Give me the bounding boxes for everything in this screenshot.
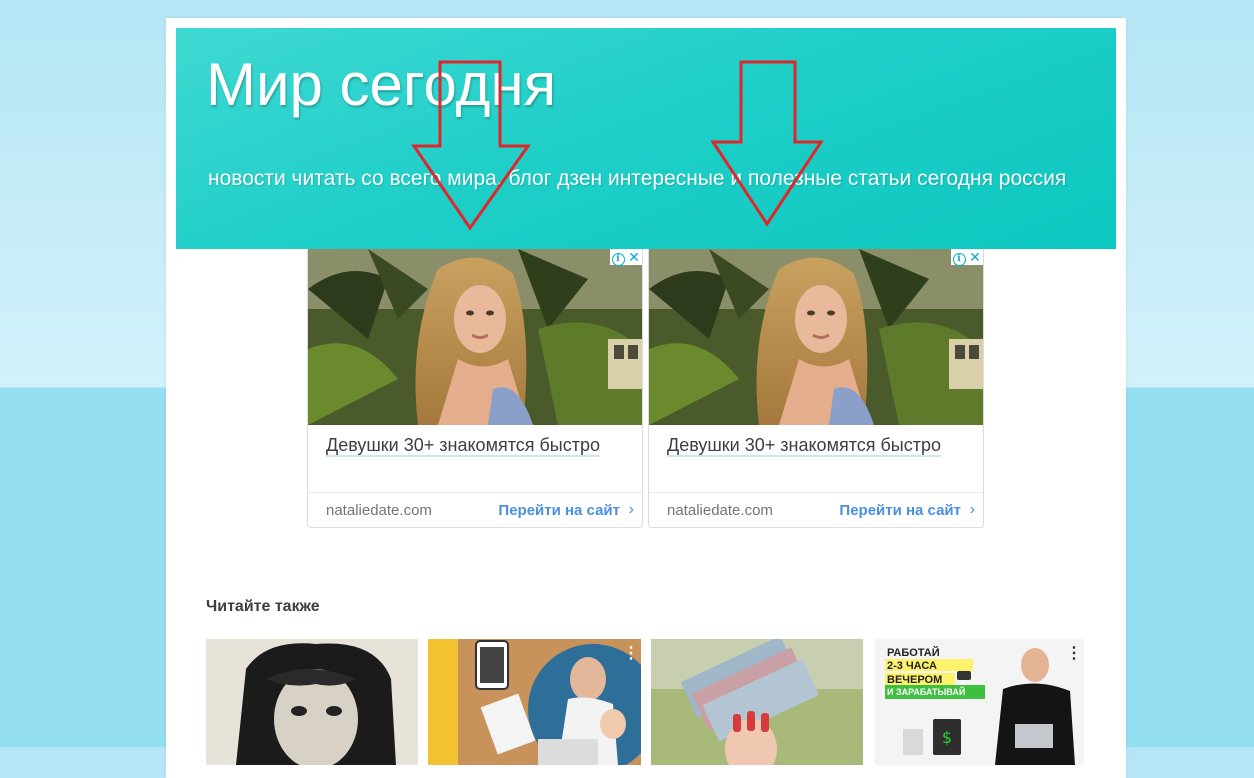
- related-thumbnail[interactable]: [206, 639, 418, 765]
- thumb-text-4: И ЗАРАБАТЫВАЙ: [887, 687, 966, 697]
- ad-title[interactable]: Девушки 30+ знакомятся быстро: [326, 433, 626, 457]
- annotation-arrow-icon: [710, 60, 824, 227]
- site-header: Мир сегодня новости читать со всего мира…: [176, 28, 1116, 249]
- ad-cta-link[interactable]: Перейти на сайт: [498, 502, 620, 519]
- ad-cta-link[interactable]: Перейти на сайт: [839, 502, 961, 519]
- ad-domain[interactable]: nataliedate.com: [667, 502, 773, 519]
- ad-close-icon[interactable]: ✕: [967, 249, 983, 265]
- thumb-text-3: ВЕЧЕРОМ: [887, 674, 943, 686]
- related-thumbnail[interactable]: [651, 639, 863, 765]
- ad-footer: nataliedate.com Перейти на сайт ›: [649, 492, 983, 527]
- ad-footer: nataliedate.com Перейти на сайт ›: [308, 492, 642, 527]
- ad-image[interactable]: i ✕: [308, 249, 642, 425]
- chevron-right-icon[interactable]: ›: [629, 501, 634, 519]
- annotation-arrow-icon: [411, 60, 531, 231]
- svg-text:$: $: [942, 728, 952, 747]
- page-container: Мир сегодня новости читать со всего мира…: [166, 18, 1126, 778]
- ad-card[interactable]: i ✕ Девушки 30+ знакомятся быстро natali…: [307, 249, 643, 528]
- related-thumbnail[interactable]: $ РАБОТАЙ 2-3 ЧАСА ВЕЧЕРОМ И ЗАРАБАТЫВАЙ…: [875, 639, 1084, 765]
- site-description: новости читать со всего мира, блог дзен …: [208, 167, 1067, 190]
- chevron-right-icon[interactable]: ›: [970, 501, 975, 519]
- ad-domain[interactable]: nataliedate.com: [326, 502, 432, 519]
- thumb-text-1: РАБОТАЙ: [887, 647, 940, 659]
- ad-info-icon[interactable]: i: [951, 249, 967, 266]
- more-menu-icon[interactable]: ⋮: [1066, 645, 1082, 663]
- ad-card[interactable]: i ✕ Девушки 30+ знакомятся быстро natali…: [648, 249, 984, 528]
- ad-title[interactable]: Девушки 30+ знакомятся быстро: [667, 433, 967, 457]
- ad-close-icon[interactable]: ✕: [626, 249, 642, 265]
- ad-info-icon[interactable]: i: [610, 249, 626, 266]
- ad-image[interactable]: i ✕: [649, 249, 983, 425]
- more-menu-icon[interactable]: ⋮: [623, 645, 639, 663]
- related-thumbnail[interactable]: ⋮: [428, 639, 641, 765]
- related-heading: Читайте также: [206, 598, 320, 615]
- thumb-text-2: 2-3 ЧАСА: [887, 660, 937, 672]
